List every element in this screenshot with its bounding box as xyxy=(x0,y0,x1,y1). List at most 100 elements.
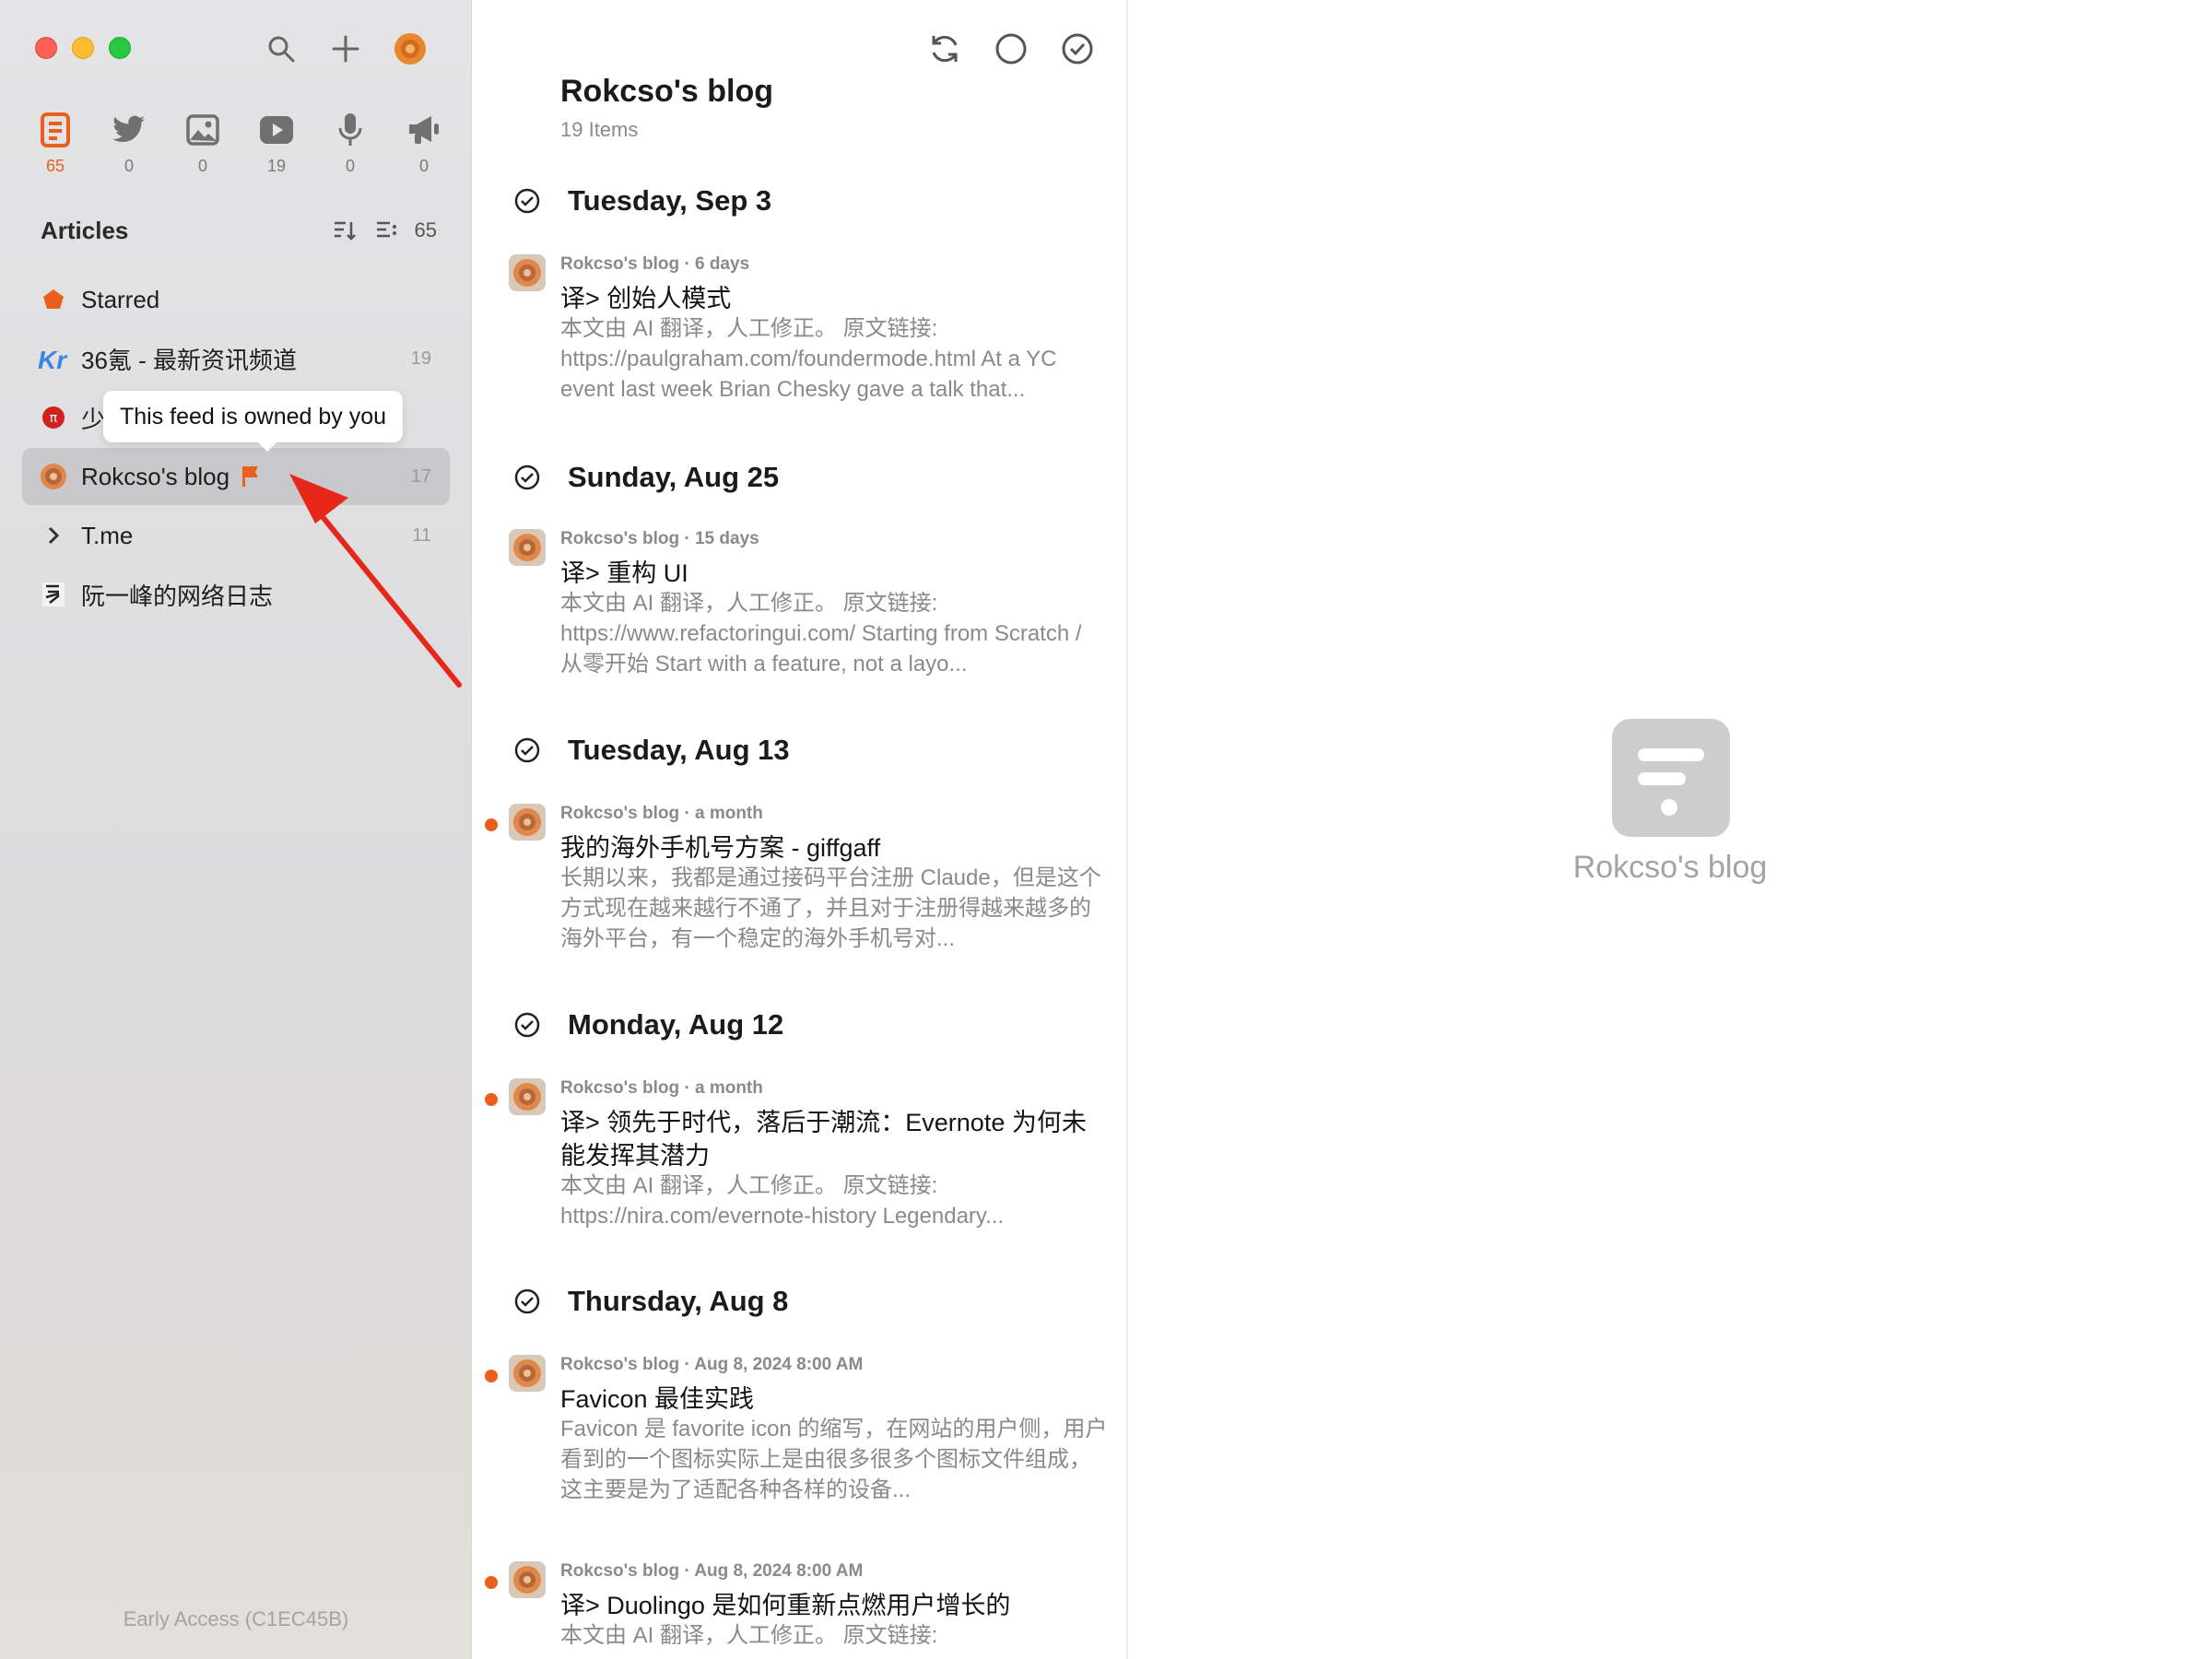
view-articles[interactable]: 65 xyxy=(28,109,83,176)
reader-feed-name: Rokcso's blog xyxy=(1572,850,1768,885)
mark-all-read-icon[interactable] xyxy=(1056,28,1099,70)
svg-text:π: π xyxy=(50,411,58,426)
zoom-window-button[interactable] xyxy=(109,37,131,59)
day-label: Sunday, Aug 25 xyxy=(568,461,780,493)
view-audio[interactable]: 0 xyxy=(323,109,378,176)
owned-flag-icon xyxy=(241,465,261,488)
video-icon xyxy=(259,109,294,151)
sidebar: 65 0 0 19 0 0 Articles 65 Starred Kr 36氪… xyxy=(0,0,472,1659)
entry-summary: 本文由 AI 翻译，人工修正。 原文链接: https://nira.com/e… xyxy=(560,1173,1005,1229)
close-window-button[interactable] xyxy=(35,37,57,59)
refresh-icon[interactable] xyxy=(924,28,966,70)
articles-section-header: Articles 65 xyxy=(41,216,437,245)
list-title: Rokcso's blog xyxy=(560,74,774,109)
view-count: 65 xyxy=(45,157,65,175)
twitter-icon xyxy=(112,109,147,151)
entry-title: 译> 重构 UI xyxy=(560,559,688,587)
entry-meta: Rokcso's blog · Aug 8, 2024 8:00 AM xyxy=(560,1355,864,1374)
unread-dot xyxy=(485,1576,498,1589)
list-toolbar xyxy=(924,28,1099,70)
view-switcher: 65 0 0 19 0 0 xyxy=(28,109,452,176)
sspai-logo-icon: π xyxy=(37,401,70,434)
entry-summary: 长期以来，我都是通过接码平台注册 Claude，但是这个方式现在越来越行不通了，… xyxy=(560,865,1101,951)
star-icon xyxy=(37,283,70,316)
entry-meta: Rokcso's blog · Aug 8, 2024 8:00 AM xyxy=(560,1561,864,1581)
entry-title: 我的海外手机号方案 - giffgaff xyxy=(560,834,881,862)
view-count: 0 xyxy=(124,157,134,175)
day-label: Tuesday, Sep 3 xyxy=(568,184,772,217)
sidebar-item-36kr[interactable]: Kr 36氪 - 最新资讯频道 19 xyxy=(22,330,450,387)
feed-avatar-icon xyxy=(509,804,546,841)
list-filter-icon[interactable] xyxy=(372,216,402,245)
rokcso-blog-avatar-icon xyxy=(37,460,70,493)
day-label: Monday, Aug 12 xyxy=(568,1008,784,1041)
day-label: Tuesday, Aug 13 xyxy=(568,734,790,766)
view-pictures[interactable]: 0 xyxy=(175,109,230,176)
window-controls xyxy=(35,37,131,59)
mark-day-read-icon[interactable] xyxy=(512,1287,542,1316)
entry-meta: Rokcso's blog · 6 days xyxy=(560,254,750,274)
day-label: Thursday, Aug 8 xyxy=(568,1285,789,1317)
entry-summary: 本文由 AI 翻译，人工修正。 原文链接: xyxy=(560,1623,938,1648)
feed-unread-count: 19 xyxy=(410,347,431,369)
add-icon[interactable] xyxy=(324,28,367,70)
entry-meta: Rokcso's blog · a month xyxy=(560,804,763,823)
view-videos[interactable]: 19 xyxy=(249,109,304,176)
entry-title: 译> 领先于时代，落后于潮流：Evernote 为何未能发挥其潜力 xyxy=(560,1109,1087,1170)
mark-day-read-icon[interactable] xyxy=(512,186,542,216)
reader-pane: Rokcso's blog xyxy=(1128,0,2212,1659)
feed-name: 少 xyxy=(81,405,106,433)
section-unread-count: 65 xyxy=(414,218,437,241)
view-notifications[interactable]: 0 xyxy=(396,109,452,176)
owned-feed-tooltip: This feed is owned by you xyxy=(103,391,404,452)
day-header: Monday, Aug 12 xyxy=(512,1008,783,1041)
search-icon[interactable] xyxy=(260,28,302,70)
article-icon xyxy=(39,109,72,151)
feed-name: 阮一峰的网络日志 xyxy=(81,582,274,610)
unread-filter-icon[interactable] xyxy=(990,28,1032,70)
annotation-arrow xyxy=(289,474,462,688)
unread-dot xyxy=(485,818,498,831)
microphone-icon xyxy=(336,109,364,151)
view-count: 19 xyxy=(266,157,287,175)
entry-title: Favicon 最佳实践 xyxy=(560,1385,755,1413)
feed-avatar-icon xyxy=(509,1355,546,1392)
entry-title: 译> 创始人模式 xyxy=(560,285,732,312)
unread-dot xyxy=(485,1093,498,1106)
feed-name: 36氪 - 最新资讯频道 xyxy=(81,346,298,374)
user-avatar-icon[interactable] xyxy=(389,28,431,70)
day-header: Sunday, Aug 25 xyxy=(512,461,779,494)
build-version-label: Early Access (C1EC45B) xyxy=(123,1607,349,1630)
day-header: Tuesday, Sep 3 xyxy=(512,184,771,218)
chevron-right-icon[interactable] xyxy=(37,519,70,552)
section-title: Articles xyxy=(41,216,129,244)
entry-summary: 本文由 AI 翻译，人工修正。 原文链接: https://paulgraham… xyxy=(560,316,1057,402)
article-list: Rokcso's blog 19 Items Tuesday, Sep 3 Ro… xyxy=(472,0,1128,1659)
mark-day-read-icon[interactable] xyxy=(512,1010,542,1040)
app-logo-icon xyxy=(1612,719,1730,837)
mark-day-read-icon[interactable] xyxy=(512,463,542,492)
36kr-logo-icon: Kr xyxy=(37,342,70,375)
ruanyifeng-logo-icon xyxy=(37,578,70,611)
view-count: 0 xyxy=(197,157,207,175)
list-item-count: 19 Items xyxy=(560,118,639,141)
feed-avatar-icon xyxy=(509,254,546,291)
sort-icon[interactable] xyxy=(330,216,359,245)
day-header: Thursday, Aug 8 xyxy=(512,1285,788,1318)
view-count: 0 xyxy=(345,157,355,175)
feed-name: Starred xyxy=(81,285,160,313)
mark-day-read-icon[interactable] xyxy=(512,735,542,765)
entry-meta: Rokcso's blog · 15 days xyxy=(560,529,759,548)
feed-avatar-icon xyxy=(509,1078,546,1115)
unread-dot xyxy=(485,1370,498,1382)
view-social[interactable]: 0 xyxy=(101,109,157,176)
feed-avatar-icon xyxy=(509,1561,546,1598)
sidebar-item-starred[interactable]: Starred xyxy=(22,271,450,328)
svg-text:Kr: Kr xyxy=(38,346,68,372)
megaphone-icon xyxy=(406,109,441,151)
day-header: Tuesday, Aug 13 xyxy=(512,734,790,767)
minimize-window-button[interactable] xyxy=(72,37,94,59)
image-icon xyxy=(186,109,219,151)
feed-avatar-icon xyxy=(509,529,546,566)
sidebar-toolbar xyxy=(260,28,431,70)
